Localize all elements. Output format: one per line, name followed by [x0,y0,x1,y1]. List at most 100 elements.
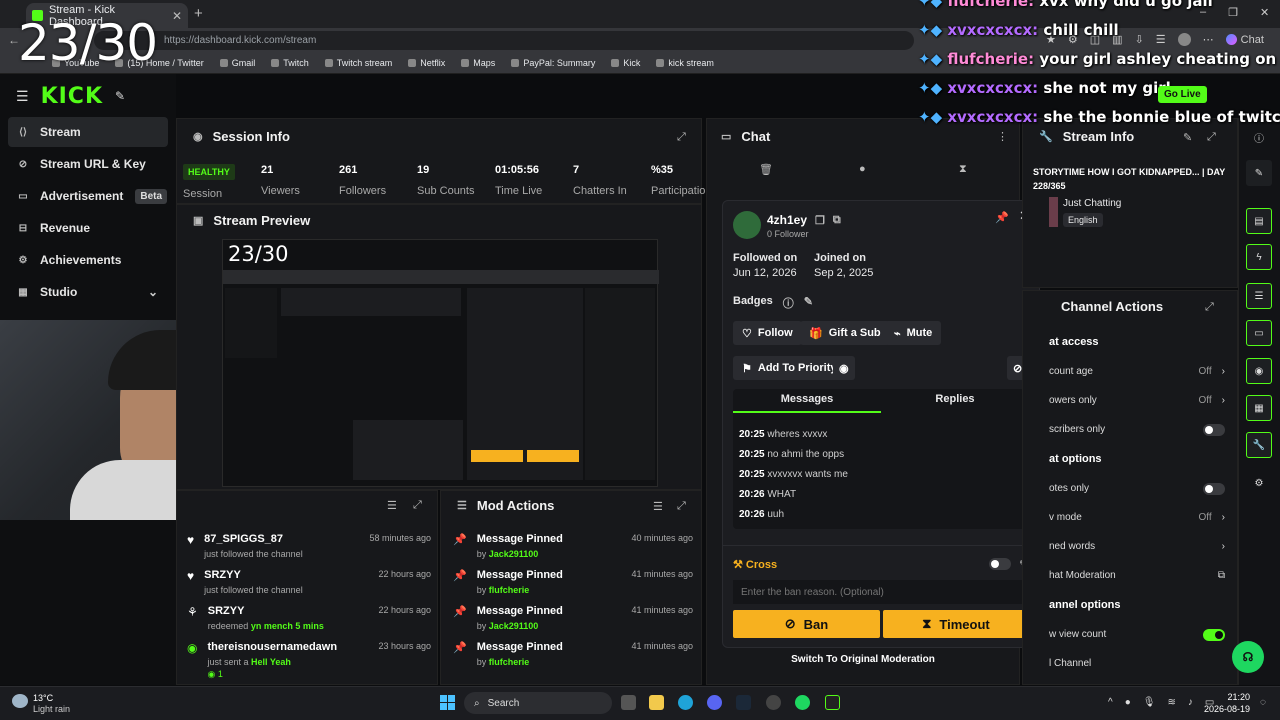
bookmark-item[interactable]: PayPal: Summary [511,58,595,68]
follow-button[interactable]: ♡ Follow [733,321,802,345]
moderator-name[interactable]: flufcherie [489,585,530,595]
bookmark-item[interactable]: Twitch [271,58,309,68]
chat-message[interactable]: 20:25 xvxvxvx wants me [739,469,1019,480]
taskbar-search[interactable]: ⌕ Search [464,692,612,714]
chat-message[interactable]: 20:26 uuh [739,509,1019,520]
settings-icon[interactable]: ⚙ [1246,470,1272,496]
filter-icon[interactable]: ☰ [653,500,663,513]
sidebar-item-advertisement[interactable]: ▭ Advertisement Beta [8,181,168,211]
expand-icon[interactable]: ⤢ [677,131,686,144]
download-icon[interactable]: ⇩ [1135,33,1144,46]
chat-message[interactable]: 20:26 WHAT [739,489,1019,500]
url-bar[interactable]: https://dashboard.kick.com/stream [94,31,914,50]
chat-message[interactable]: 20:25 wheres xvxvx [739,429,1019,440]
gift-sub-button[interactable]: 🎁 Gift a Sub [800,321,890,345]
task-view-icon[interactable] [621,695,636,710]
channel-action-row[interactable]: ned words › [1049,532,1225,561]
bookmark-item[interactable]: kick stream [656,58,714,68]
moderator-name[interactable]: Jack291100 [489,549,539,559]
mod-icon[interactable]: ▦ [1246,395,1272,421]
switch-moderation-link[interactable]: Switch To Original Moderation [706,654,1020,665]
toggle-switch[interactable] [1203,482,1225,495]
reading-list-icon[interactable]: ☰ [1156,33,1166,46]
expand-icon[interactable]: ⤢ [1205,301,1214,314]
copy-icon[interactable]: ❐ [815,214,825,227]
tray-chevron-icon[interactable]: ^ [1108,697,1113,708]
bolt-icon[interactable]: ϟ [1246,244,1272,270]
app-icon[interactable] [766,695,781,710]
mute-button[interactable]: ⌁ Mute [885,321,942,345]
steam-icon[interactable] [736,695,751,710]
pin-icon[interactable]: ✎ [115,89,125,103]
cross-toggle[interactable] [989,558,1011,570]
terminal-icon[interactable] [825,695,840,710]
bookmark-item[interactable]: Twitch stream [324,58,392,68]
hamburger-menu-icon[interactable]: ☰ [16,88,29,105]
volume-icon[interactable]: ♪ [1188,697,1193,708]
bookmark-item[interactable]: Netflix [408,58,445,68]
sidebar-item-stream-url-key[interactable]: ⊘ Stream URL & Key [8,149,168,179]
info-icon[interactable]: ⓘ [1246,124,1272,150]
notifications-icon[interactable]: ◌ [1260,697,1266,708]
add-to-priority-button[interactable]: ⚑ Add To Priority [733,356,846,380]
kick-logo[interactable]: KICK [41,84,103,109]
channel-action-row[interactable]: owers only Off › [1049,386,1225,415]
eye-button[interactable]: ◉ [833,356,855,380]
expand-icon[interactable]: ⤢ [413,499,422,512]
pin-card-icon[interactable]: 📌 [995,211,1009,224]
filter-icon[interactable]: ☰ [387,499,397,512]
list-icon[interactable]: ☰ [1246,283,1272,309]
toggle-switch[interactable] [1203,423,1225,436]
new-tab-icon[interactable]: + [194,5,203,22]
hourglass-icon[interactable]: ⧗ [959,163,967,176]
chat-menu-icon[interactable]: ⋮ [997,130,1008,143]
file-explorer-icon[interactable] [649,695,664,710]
sidebar-item-revenue[interactable]: ⊟ Revenue [8,213,168,243]
mic-icon[interactable]: 🎙 [1143,697,1156,708]
profile-avatar[interactable] [1177,33,1191,46]
channel-action-row[interactable]: l Channel [1049,649,1225,678]
channel-action-row[interactable]: hat Moderation ⧉ [1049,561,1225,590]
stream-preview-video[interactable]: 23/30 [222,239,659,487]
open-profile-icon[interactable]: ⧉ [833,214,841,227]
tab-messages[interactable]: Messages [733,393,881,413]
close-window-icon[interactable]: ✕ [1260,6,1269,19]
edit-icon[interactable]: ✎ [1246,160,1272,186]
wrench-icon[interactable]: 🔧 [1246,432,1272,458]
expand-icon[interactable]: ⤢ [677,500,686,513]
bookmark-item[interactable]: Maps [461,58,495,68]
stream-icon[interactable]: ◉ [1246,358,1272,384]
edit-info-icon[interactable]: ✎ [1183,131,1192,144]
chat-message[interactable]: 20:25 no ahmi the opps [739,449,1019,460]
info-icon[interactable]: ⓘ [783,295,794,311]
moderator-name[interactable]: flufcherie [489,657,530,667]
bookmark-item[interactable]: Kick [611,58,640,68]
bookmark-item[interactable]: Gmail [219,58,255,68]
message-icon[interactable]: ● [859,163,866,175]
sidebar-item-achievements[interactable]: ⚙ Achievements [8,245,168,275]
edit-badges-icon[interactable]: ✎ [804,295,813,311]
ban-button[interactable]: ⊘ Ban [733,610,880,638]
chat-icon[interactable]: ▭ [1246,320,1272,346]
channel-action-row[interactable]: otes only [1049,474,1225,503]
chat-button[interactable]: Chat [1225,34,1264,46]
wifi-icon[interactable]: ≋ [1167,697,1175,708]
tray-app-icon[interactable]: ● [1125,697,1131,708]
more-icon[interactable]: ⋯ [1203,33,1214,46]
edge-icon[interactable] [678,695,693,710]
channel-action-row[interactable]: count age Off › [1049,357,1225,386]
close-tab-icon[interactable]: ✕ [172,9,182,23]
trash-icon[interactable]: 🗑 [759,163,773,176]
sidebar-item-studio[interactable]: ▦ Studio ⌄ [8,277,168,307]
windows-start-icon[interactable] [440,695,455,710]
tab-replies[interactable]: Replies [881,393,1029,405]
spotify-icon[interactable] [795,695,810,710]
expand-icon[interactable]: ⤢ [1207,131,1216,144]
support-chat-button[interactable]: ☊ [1232,641,1264,673]
channel-action-row[interactable]: w view count [1049,620,1225,649]
ban-reason-input[interactable] [733,580,1029,604]
toggle-switch[interactable] [1203,628,1225,641]
layout-icon[interactable]: ▤ [1246,208,1272,234]
channel-action-row[interactable]: v mode Off › [1049,503,1225,532]
maximize-icon[interactable]: ❐ [1228,6,1238,19]
